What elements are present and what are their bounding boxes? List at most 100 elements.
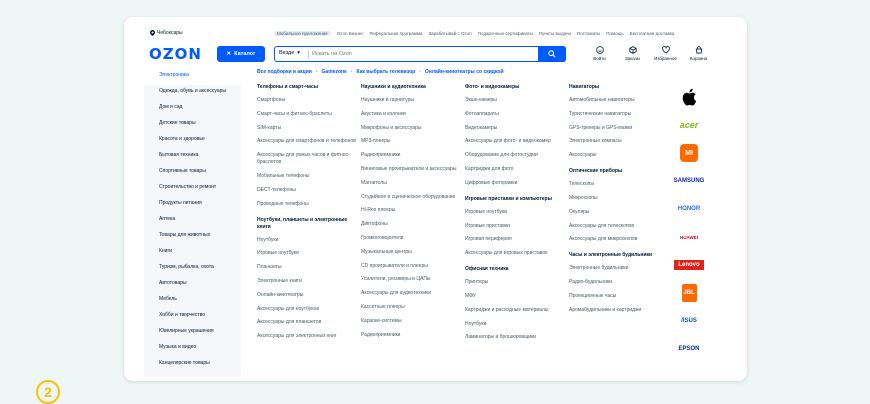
brand-logo[interactable]: MI bbox=[669, 139, 709, 167]
sidebar-item[interactable]: Музыка и видео bbox=[144, 341, 241, 357]
category-link[interactable]: МФУ bbox=[465, 293, 565, 300]
login-button[interactable]: Войти bbox=[583, 46, 616, 61]
category-link[interactable]: Планшеты bbox=[257, 264, 357, 271]
category-link[interactable]: Ноутбуки bbox=[465, 321, 565, 328]
catalog-button[interactable]: ✕ Каталог bbox=[217, 46, 265, 62]
category-heading[interactable]: Наушники и аудиотехника bbox=[361, 84, 461, 91]
category-link[interactable]: SIM-карты bbox=[257, 125, 357, 132]
category-link[interactable]: Игровые приставки bbox=[465, 223, 565, 230]
city-selector[interactable]: Чебоксары bbox=[150, 30, 183, 36]
sidebar-item[interactable]: Красота и здоровье bbox=[144, 133, 241, 149]
category-link[interactable]: Аксессуары для игровых приставок bbox=[465, 250, 565, 257]
sidebar-item[interactable]: Электроника bbox=[144, 69, 241, 85]
category-link[interactable]: Ламинаторы и брошюровщики bbox=[465, 334, 565, 341]
category-link[interactable]: Громкоговорители bbox=[361, 235, 461, 242]
category-link[interactable]: Радио-будильники bbox=[569, 279, 669, 286]
category-link[interactable]: Принтеры bbox=[465, 279, 565, 286]
category-heading[interactable]: Часы и электронные будильники bbox=[569, 252, 669, 259]
category-link[interactable]: Оборудование для фотостудии bbox=[465, 152, 565, 159]
ozon-logo[interactable]: OZON bbox=[149, 45, 202, 63]
category-link[interactable]: Радиоприемники bbox=[361, 152, 461, 159]
top-link[interactable]: Постаматы bbox=[577, 31, 600, 36]
top-link[interactable]: Бесплатная доставка bbox=[630, 31, 675, 36]
brand-logo[interactable]: acer bbox=[669, 111, 709, 139]
brand-logo[interactable]: HUAWEI bbox=[669, 223, 709, 251]
category-heading[interactable]: Офисная техника bbox=[465, 266, 565, 273]
category-link[interactable]: Игровые ноутбуки bbox=[465, 209, 565, 216]
category-link[interactable]: Наушники и гарнитуры bbox=[361, 97, 461, 104]
brand-logo[interactable]: JBL bbox=[669, 279, 709, 307]
sidebar-item[interactable]: Аптека bbox=[144, 213, 241, 229]
top-link[interactable]: Мобильное приложение bbox=[274, 31, 331, 36]
top-link[interactable]: Реферальная программа bbox=[369, 31, 422, 36]
category-link[interactable]: Картриджи для фото bbox=[465, 166, 565, 173]
category-link[interactable]: Музыкальные центры bbox=[361, 249, 461, 256]
category-link[interactable]: Аксессуары для планшетов bbox=[257, 319, 357, 326]
top-link[interactable]: Ozon Бизнес bbox=[337, 31, 364, 36]
brand-logo[interactable]: SAMSUNG bbox=[669, 167, 709, 195]
category-link[interactable]: Картриджи и расходные материалы bbox=[465, 307, 565, 314]
category-link[interactable]: Мобильные телефоны bbox=[257, 173, 357, 180]
category-heading[interactable]: Игровые приставки и компьютеры bbox=[465, 196, 565, 203]
search-button[interactable] bbox=[538, 45, 566, 62]
category-link[interactable]: Караоке-системы bbox=[361, 318, 461, 325]
sidebar-item[interactable]: Детские товары bbox=[144, 117, 241, 133]
category-link[interactable]: Аксессуары bbox=[569, 152, 669, 159]
category-link[interactable]: Проводные телефоны bbox=[257, 201, 357, 208]
category-link[interactable]: Электронные будильники bbox=[569, 265, 669, 272]
quick-link[interactable]: Все подборки и акции bbox=[257, 69, 312, 75]
brand-logo[interactable]: /ISUS bbox=[669, 307, 709, 335]
category-link[interactable]: Радиоприемники bbox=[361, 332, 461, 339]
top-link[interactable]: Зарабатывай с Ozon bbox=[428, 31, 471, 36]
category-link[interactable]: CD проигрыватели и плееры bbox=[361, 263, 461, 270]
category-link[interactable]: Электронные книги bbox=[257, 278, 357, 285]
category-link[interactable]: Кассетные плееры bbox=[361, 304, 461, 311]
sidebar-item[interactable]: Мебель bbox=[144, 293, 241, 309]
category-link[interactable]: Фотоаппараты bbox=[465, 111, 565, 118]
category-link[interactable]: Телескопы bbox=[569, 181, 669, 188]
category-link[interactable]: Микрофоны и аксессуары bbox=[361, 125, 461, 132]
category-link[interactable]: Аксессуары для фото- и видеокамер bbox=[465, 138, 565, 145]
quick-link[interactable]: Онлайн-кинотеатры со скидкой bbox=[425, 69, 504, 75]
category-link[interactable]: Электронные компасы bbox=[569, 138, 669, 145]
brand-logo[interactable]: EPSON bbox=[669, 335, 709, 363]
category-link[interactable]: Онлайн-кинотеатры bbox=[257, 292, 357, 299]
category-link[interactable]: Акустика и колонки bbox=[361, 111, 461, 118]
category-link[interactable]: Аксессуары для аудиотехники bbox=[361, 290, 461, 297]
category-link[interactable]: Усилители, ресиверы и ЦАПы bbox=[361, 276, 461, 283]
category-link[interactable]: Аксессуары для умных часов и фитнес-брас… bbox=[257, 152, 357, 166]
favorites-button[interactable]: Избранное bbox=[649, 46, 682, 61]
sidebar-item[interactable]: Автотовары bbox=[144, 277, 241, 293]
category-link[interactable]: Аксессуары для ноутбуков bbox=[257, 306, 357, 313]
category-link[interactable]: Диктофоны bbox=[361, 221, 461, 228]
sidebar-item[interactable]: Дом и сад bbox=[144, 101, 241, 117]
sidebar-item[interactable]: Канцелярские товары bbox=[144, 357, 241, 373]
category-link[interactable]: Окуляры bbox=[569, 209, 669, 216]
category-link[interactable]: Игровая периферия bbox=[465, 236, 565, 243]
quick-link[interactable]: Как выбрать телевизор bbox=[357, 69, 416, 75]
category-link[interactable]: Цифровые фоторамки bbox=[465, 180, 565, 187]
category-link[interactable]: Смартфоны bbox=[257, 97, 357, 104]
category-heading[interactable]: Телефоны и смарт-часы bbox=[257, 84, 357, 91]
category-link[interactable]: Аксессуары для смартфонов и телефонов bbox=[257, 138, 357, 145]
category-heading[interactable]: Ноутбуки, планшеты и электронные книги bbox=[257, 217, 357, 231]
brand-logo[interactable]: HONOR bbox=[669, 195, 709, 223]
category-link[interactable]: Аксессуары для электронных книг bbox=[257, 333, 357, 340]
search-input[interactable] bbox=[312, 48, 512, 59]
top-link[interactable]: Пункты выдачи bbox=[539, 31, 571, 36]
sidebar-item[interactable]: Одежда, обувь и аксессуары bbox=[144, 85, 241, 101]
sidebar-item[interactable]: Книги bbox=[144, 245, 241, 261]
top-link[interactable]: Помощь bbox=[606, 31, 623, 36]
category-link[interactable]: DECT-телефоны bbox=[257, 187, 357, 194]
orders-button[interactable]: Заказы bbox=[616, 46, 649, 61]
sidebar-item[interactable]: Продукты питания bbox=[144, 197, 241, 213]
category-heading[interactable]: Оптические приборы bbox=[569, 168, 669, 175]
cart-button[interactable]: Корзина bbox=[682, 46, 715, 61]
sidebar-item[interactable]: Ювелирные украшения bbox=[144, 325, 241, 341]
category-link[interactable]: Проекционные часы bbox=[569, 293, 669, 300]
sidebar-item[interactable]: Туризм, рыбалка, охота bbox=[144, 261, 241, 277]
top-link[interactable]: Подарочные сертификаты bbox=[478, 31, 533, 36]
brand-logo[interactable]: Lenovo bbox=[669, 251, 709, 279]
sidebar-item[interactable]: Хобби и творчество bbox=[144, 309, 241, 325]
category-link[interactable]: Экшн-камеры bbox=[465, 97, 565, 104]
